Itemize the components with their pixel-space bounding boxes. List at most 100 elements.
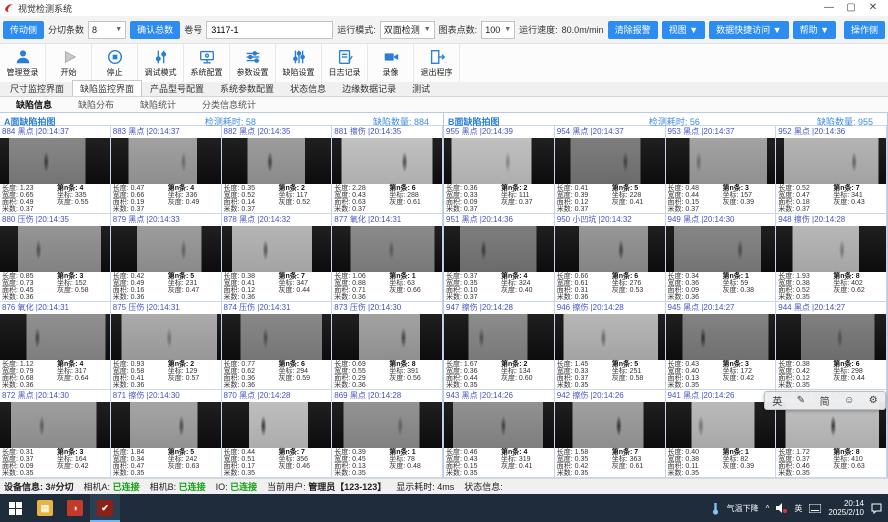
tab-product-config[interactable]: 产品型号配置 (142, 80, 212, 96)
defect-cell[interactable]: 949 黑点 |20:14:30长度: 0.34宽度: 0.36面积: 0.09… (666, 214, 777, 302)
defect-cell[interactable]: 879 黑点 |20:14:33长度: 0.42宽度: 0.49面积: 0.16… (111, 214, 222, 302)
close-button[interactable]: ✕ (862, 1, 884, 15)
defect-cell[interactable]: 948 擦伤 |20:14:28长度: 1.93宽度: 0.38面积: 0.52… (776, 214, 887, 302)
defect-measure-line: 长度: 1.93 (778, 273, 833, 280)
defect-position-line: 第n条: 4 (168, 185, 219, 192)
defect-cell[interactable]: 869 黑点 |20:14:28长度: 0.39宽度: 0.45面积: 0.13… (332, 390, 443, 478)
defect-cell[interactable]: 943 黑点 |20:14:26长度: 0.46宽度: 0.43面积: 0.15… (444, 390, 555, 478)
taskbar-app-vision-system[interactable]: ✔ (90, 494, 120, 522)
weather-text[interactable]: 气温下降 (727, 503, 759, 514)
ime-settings-gear-icon[interactable]: ⚙ (869, 395, 878, 406)
ime-simplified-toggle[interactable]: 简 (820, 393, 830, 408)
speaker-icon[interactable] (776, 503, 787, 513)
subtab-defect-distribution[interactable]: 缺陷分布 (78, 98, 114, 111)
title-bar: 视觉检测系统 — ▢ ✕ (0, 0, 888, 16)
record-video-button[interactable]: 录像 (368, 44, 414, 82)
taskbar-app-file-explorer[interactable]: ▤ (30, 494, 60, 522)
defect-cell[interactable]: 880 压伤 |20:14:35长度: 0.85宽度: 0.73面积: 0.45… (0, 214, 111, 302)
defect-cell[interactable]: 875 压伤 |20:14:31长度: 0.93宽度: 0.58面积: 0.41… (111, 302, 222, 390)
notification-center-icon[interactable] (871, 503, 882, 514)
defect-cell[interactable]: 953 黑点 |20:14:37长度: 0.48宽度: 0.44面积: 0.15… (666, 126, 777, 214)
stop-button[interactable]: 停止 (92, 44, 138, 82)
help-menu-button[interactable]: 帮助 ▼ (793, 21, 836, 39)
defect-cell[interactable]: 952 黑点 |20:14:36长度: 0.52宽度: 0.47面积: 0.18… (776, 126, 887, 214)
defect-cell[interactable]: 882 黑点 |20:14:35长度: 0.35宽度: 0.52面积: 0.14… (222, 126, 333, 214)
defect-cell[interactable]: 873 压伤 |20:14:30长度: 0.69宽度: 0.55面积: 0.29… (332, 302, 443, 390)
defect-measurements: 长度: 0.36宽度: 0.33面积: 0.09米数: 0.37 (446, 185, 501, 213)
defect-cell[interactable]: 884 黑点 |20:14:37长度: 1.23宽度: 0.65面积: 0.49… (0, 126, 111, 214)
ime-emoji-icon[interactable]: ☺ (844, 395, 854, 406)
defect-cell[interactable]: 941 黑点 |20:14:26长度: 0.40宽度: 0.38面积: 0.11… (666, 390, 777, 478)
defect-cell[interactable]: 870 黑点 |20:14:28长度: 0.44宽度: 0.51面积: 0.17… (222, 390, 333, 478)
slit-count-select[interactable]: 8▼ (88, 21, 126, 39)
clock[interactable]: 20:14 2025/2/10 (828, 499, 864, 517)
defect-cell[interactable]: 947 擦伤 |20:14:28长度: 1.67宽度: 0.36面积: 0.44… (444, 302, 555, 390)
confirm-total-button[interactable]: 确认总数 (130, 21, 180, 39)
tray-expand-chevron[interactable]: ^ (766, 504, 770, 513)
defect-cell[interactable]: 946 擦伤 |20:14:28长度: 1.45宽度: 0.33面积: 0.37… (555, 302, 666, 390)
defect-settings-button[interactable]: 缺陷设置 (276, 44, 322, 82)
defect-position-line: 灰度: 0.42 (57, 463, 108, 470)
chart-points-select[interactable]: 100▼ (481, 21, 515, 39)
data-quick-access-button[interactable]: 数据快捷访问 ▼ (709, 21, 788, 39)
tab-test[interactable]: 测试 (404, 80, 438, 96)
taskbar-app-browser[interactable]: ◑ (60, 494, 90, 522)
subtab-defect-info[interactable]: 缺陷信息 (16, 98, 52, 111)
defect-measure-line: 长度: 0.42 (113, 273, 168, 280)
tab-system-params[interactable]: 系统参数配置 (212, 80, 282, 96)
device-info-value: 3#分切 (46, 482, 74, 492)
defect-cell[interactable]: 878 黑点 |20:14:32长度: 0.38宽度: 0.41面积: 0.12… (222, 214, 333, 302)
debug-mode-button[interactable]: 调试模式 (138, 44, 184, 82)
tab-status-info[interactable]: 状态信息 (282, 80, 334, 96)
subtab-defect-stats[interactable]: 缺陷统计 (140, 98, 176, 111)
defect-measure-line: 长度: 1.12 (2, 361, 57, 368)
defect-cell[interactable]: 951 黑点 |20:14:36长度: 0.37宽度: 0.35面积: 0.10… (444, 214, 555, 302)
defect-cell[interactable]: 954 黑点 |20:14:37长度: 0.41宽度: 0.39面积: 0.12… (555, 126, 666, 214)
defect-cell[interactable]: 872 黑点 |20:14:30长度: 0.31宽度: 0.37面积: 0.09… (0, 390, 111, 478)
clear-alarm-button[interactable]: 清除报警 (608, 21, 658, 39)
log-record-button[interactable]: 日志记录 (322, 44, 368, 82)
defect-measurements: 长度: 0.35宽度: 0.52面积: 0.14米数: 0.37 (224, 185, 279, 213)
defect-image (666, 226, 776, 272)
defect-cell[interactable]: 945 黑点 |20:14:27长度: 0.43宽度: 0.40面积: 0.13… (666, 302, 777, 390)
defect-position-line: 第n条: 1 (722, 273, 773, 280)
defect-cell[interactable]: 874 压伤 |20:14:31长度: 0.77宽度: 0.62面积: 0.36… (222, 302, 333, 390)
defect-cell[interactable]: 955 黑点 |20:14:39长度: 0.36宽度: 0.33面积: 0.09… (444, 126, 555, 214)
defect-position-line: 第n条: 4 (501, 449, 552, 456)
defect-cell[interactable]: 950 小凹坑 |20:14:32长度: 0.66宽度: 0.61面积: 0.3… (555, 214, 666, 302)
defect-measurements: 长度: 0.41宽度: 0.39面积: 0.12米数: 0.37 (557, 185, 612, 213)
defect-cell[interactable]: 944 黑点 |20:14:27长度: 0.38宽度: 0.42面积: 0.12… (776, 302, 887, 390)
defect-measure-line: 米数: 0.35 (668, 470, 723, 477)
tab-size-monitor[interactable]: 尺寸监控界面 (2, 80, 72, 96)
defect-cell[interactable]: 876 氧化 |20:14:31长度: 1.12宽度: 0.79面积: 0.68… (0, 302, 111, 390)
defect-measure-line: 米数: 0.36 (668, 294, 723, 301)
keyboard-icon[interactable] (809, 504, 821, 513)
ime-toolbar[interactable]: 英 ✎ 简 ☺ ⚙ (764, 391, 886, 410)
view-menu-button[interactable]: 视图 ▼ (662, 21, 705, 39)
roll-number-input[interactable] (206, 21, 333, 39)
ime-pen-icon[interactable]: ✎ (797, 395, 805, 406)
exit-program-button[interactable]: 退出程序 (414, 44, 460, 82)
defect-cell[interactable]: 883 黑点 |20:14:37长度: 0.47宽度: 0.66面积: 0.19… (111, 126, 222, 214)
ime-lang-toggle[interactable]: 英 (772, 393, 782, 408)
defect-cell[interactable]: 881 擦伤 |20:14:35长度: 2.28宽度: 0.43面积: 0.63… (332, 126, 443, 214)
defect-cell[interactable]: 942 擦伤 |20:14:26长度: 1.58宽度: 0.35面积: 0.42… (555, 390, 666, 478)
admin-login-button[interactable]: 管理登录 (0, 44, 46, 82)
defect-image (222, 314, 332, 360)
defect-cell[interactable]: 877 氧化 |20:14:31长度: 1.06宽度: 0.88面积: 0.71… (332, 214, 443, 302)
minimize-button[interactable]: — (818, 1, 840, 15)
start-menu-button[interactable] (0, 494, 30, 522)
defect-cell-header: 874 压伤 |20:14:31 (222, 302, 332, 314)
ime-language-indicator[interactable]: 英 (794, 503, 802, 514)
tab-defect-monitor[interactable]: 缺陷监控界面 (72, 80, 142, 96)
operator-side-button[interactable]: 操作侧 (844, 21, 885, 39)
maximize-button[interactable]: ▢ (840, 1, 862, 15)
subtab-class-info-stats[interactable]: 分类信息统计 (202, 98, 256, 111)
tab-edge-data-record[interactable]: 边缘数据记录 (334, 80, 404, 96)
system-config-button[interactable]: 系统配置 (184, 44, 230, 82)
drive-side-button[interactable]: 传动侧 (3, 21, 44, 39)
run-mode-select[interactable]: 双面检测▼ (380, 21, 435, 39)
parameter-settings-button[interactable]: 参数设置 (230, 44, 276, 82)
defect-cell[interactable]: 871 擦伤 |20:14:30长度: 1.84宽度: 0.34面积: 0.47… (111, 390, 222, 478)
start-button[interactable]: 开始 (46, 44, 92, 82)
